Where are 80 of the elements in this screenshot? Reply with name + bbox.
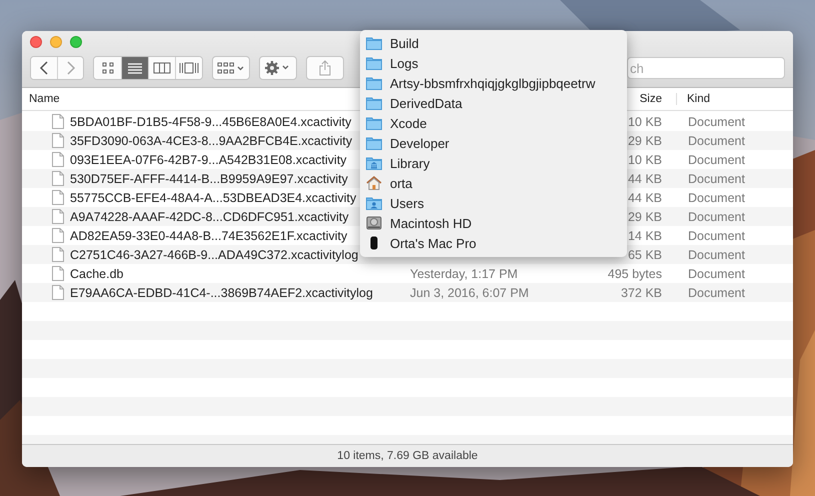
folder-icon [366, 96, 382, 110]
file-size: 65 KB [628, 248, 662, 262]
library-folder-icon [366, 156, 382, 170]
users-folder-icon [366, 196, 382, 210]
search-field[interactable]: ch [627, 57, 785, 79]
menu-item[interactable]: Orta's Mac Pro [360, 233, 627, 253]
document-icon [52, 152, 64, 167]
file-name[interactable]: 35FD3090-063A-4CE3-8...9AA2BFCB4E.xcactivity [70, 134, 352, 148]
menu-item[interactable]: Build [360, 33, 627, 53]
menu-item[interactable]: Xcode [360, 113, 627, 133]
file-kind: Document [688, 228, 745, 242]
file-name[interactable]: 530D75EF-AFFF-4414-B...B9959A9E97.xcactivity [70, 172, 348, 186]
share-icon [319, 60, 331, 76]
date-modified: Jun 3, 2016, 6:07 PM [410, 286, 529, 300]
action-button[interactable] [259, 56, 297, 80]
file-kind: Document [688, 152, 745, 166]
file-kind: Document [688, 266, 745, 280]
folder-icon [366, 56, 382, 70]
file-name[interactable]: 093E1EEA-07F6-42B7-9...A542B31E08.xcactivity [70, 152, 347, 166]
menu-item[interactable]: Macintosh HD [360, 213, 627, 233]
file-kind: Document [688, 210, 745, 224]
menu-item[interactable]: DerivedData [360, 93, 627, 113]
document-icon [52, 209, 64, 224]
folder-icon [366, 76, 382, 90]
status-text: 10 items, 7.69 GB available [337, 450, 478, 462]
menu-item[interactable]: orta [360, 173, 627, 193]
close-button[interactable] [30, 36, 42, 48]
document-icon [52, 228, 64, 243]
file-name[interactable]: Cache.db [70, 266, 124, 280]
file-name[interactable]: 55775CCB-EFE4-48A4-A...53DBEAD3E4.xcactivity [70, 190, 356, 204]
arrange-button[interactable] [212, 56, 250, 80]
house-icon [366, 176, 382, 190]
zoom-button[interactable] [70, 36, 82, 48]
list-view-button[interactable] [121, 57, 148, 79]
file-kind: Document [688, 286, 745, 300]
document-icon [52, 285, 64, 300]
document-icon [52, 266, 64, 281]
arrange-grid-caret-icon [217, 62, 245, 74]
document-icon [52, 190, 64, 205]
file-size: 10 KB [628, 152, 662, 166]
menu-item[interactable]: Users [360, 193, 627, 213]
columns-icon [153, 62, 171, 74]
column-header[interactable]: Kind [676, 93, 793, 105]
document-icon [52, 247, 64, 262]
chevron-left-icon [39, 61, 49, 75]
document-icon [52, 114, 64, 129]
menu-item[interactable]: Logs [360, 53, 627, 73]
file-size: 14 KB [628, 228, 662, 242]
menu-item[interactable]: Library [360, 153, 627, 173]
file-name[interactable]: C2751C46-3A27-466B-9...ADA49C372.xcactivitylog [70, 248, 358, 262]
file-size: 495 bytes [608, 266, 662, 280]
menu-item[interactable]: Developer [360, 133, 627, 153]
file-size: 372 KB [620, 286, 662, 300]
file-name[interactable]: A9A74228-AAAF-42DC-8...CD6DFC951.xcactivity [70, 210, 349, 224]
date-modified: Yesterday, 1:17 PM [410, 266, 518, 280]
grid-icon [100, 62, 114, 74]
menu-item[interactable]: Artsy-bbsmfrxhqiqjgkglbgjipbqeetrw [360, 73, 627, 93]
file-kind: Document [688, 134, 745, 148]
file-size: 29 KB [628, 210, 662, 224]
chevron-right-icon [66, 61, 76, 75]
file-kind: Document [688, 114, 745, 128]
document-icon [52, 171, 64, 186]
file-size: 10 KB [628, 114, 662, 128]
file-name[interactable]: AD82EA59-33E0-44A8-B...74E3562E1F.xcactivity [70, 228, 348, 242]
list-icon [127, 62, 143, 74]
file-kind: Document [688, 172, 745, 186]
file-size: 44 KB [628, 190, 662, 204]
document-icon [52, 133, 64, 148]
file-name[interactable]: 5BDA01BF-D1B5-4F58-9...45B6E8A0E4.xcactivity [70, 114, 352, 128]
folder-icon [366, 116, 382, 130]
coverflow-view-button[interactable] [175, 57, 202, 79]
folder-icon [366, 36, 382, 50]
file-size: 44 KB [628, 172, 662, 186]
cover-flow-icon [179, 62, 199, 74]
folder-icon [366, 136, 382, 150]
file-kind: Document [688, 190, 745, 204]
file-size: 29 KB [628, 134, 662, 148]
hard-drive-icon [366, 216, 382, 230]
file-kind: Document [688, 248, 745, 262]
file-name[interactable]: E79AA6CA-EDBD-41C4-...3869B74AEF2.xcactivitylog [70, 286, 373, 300]
